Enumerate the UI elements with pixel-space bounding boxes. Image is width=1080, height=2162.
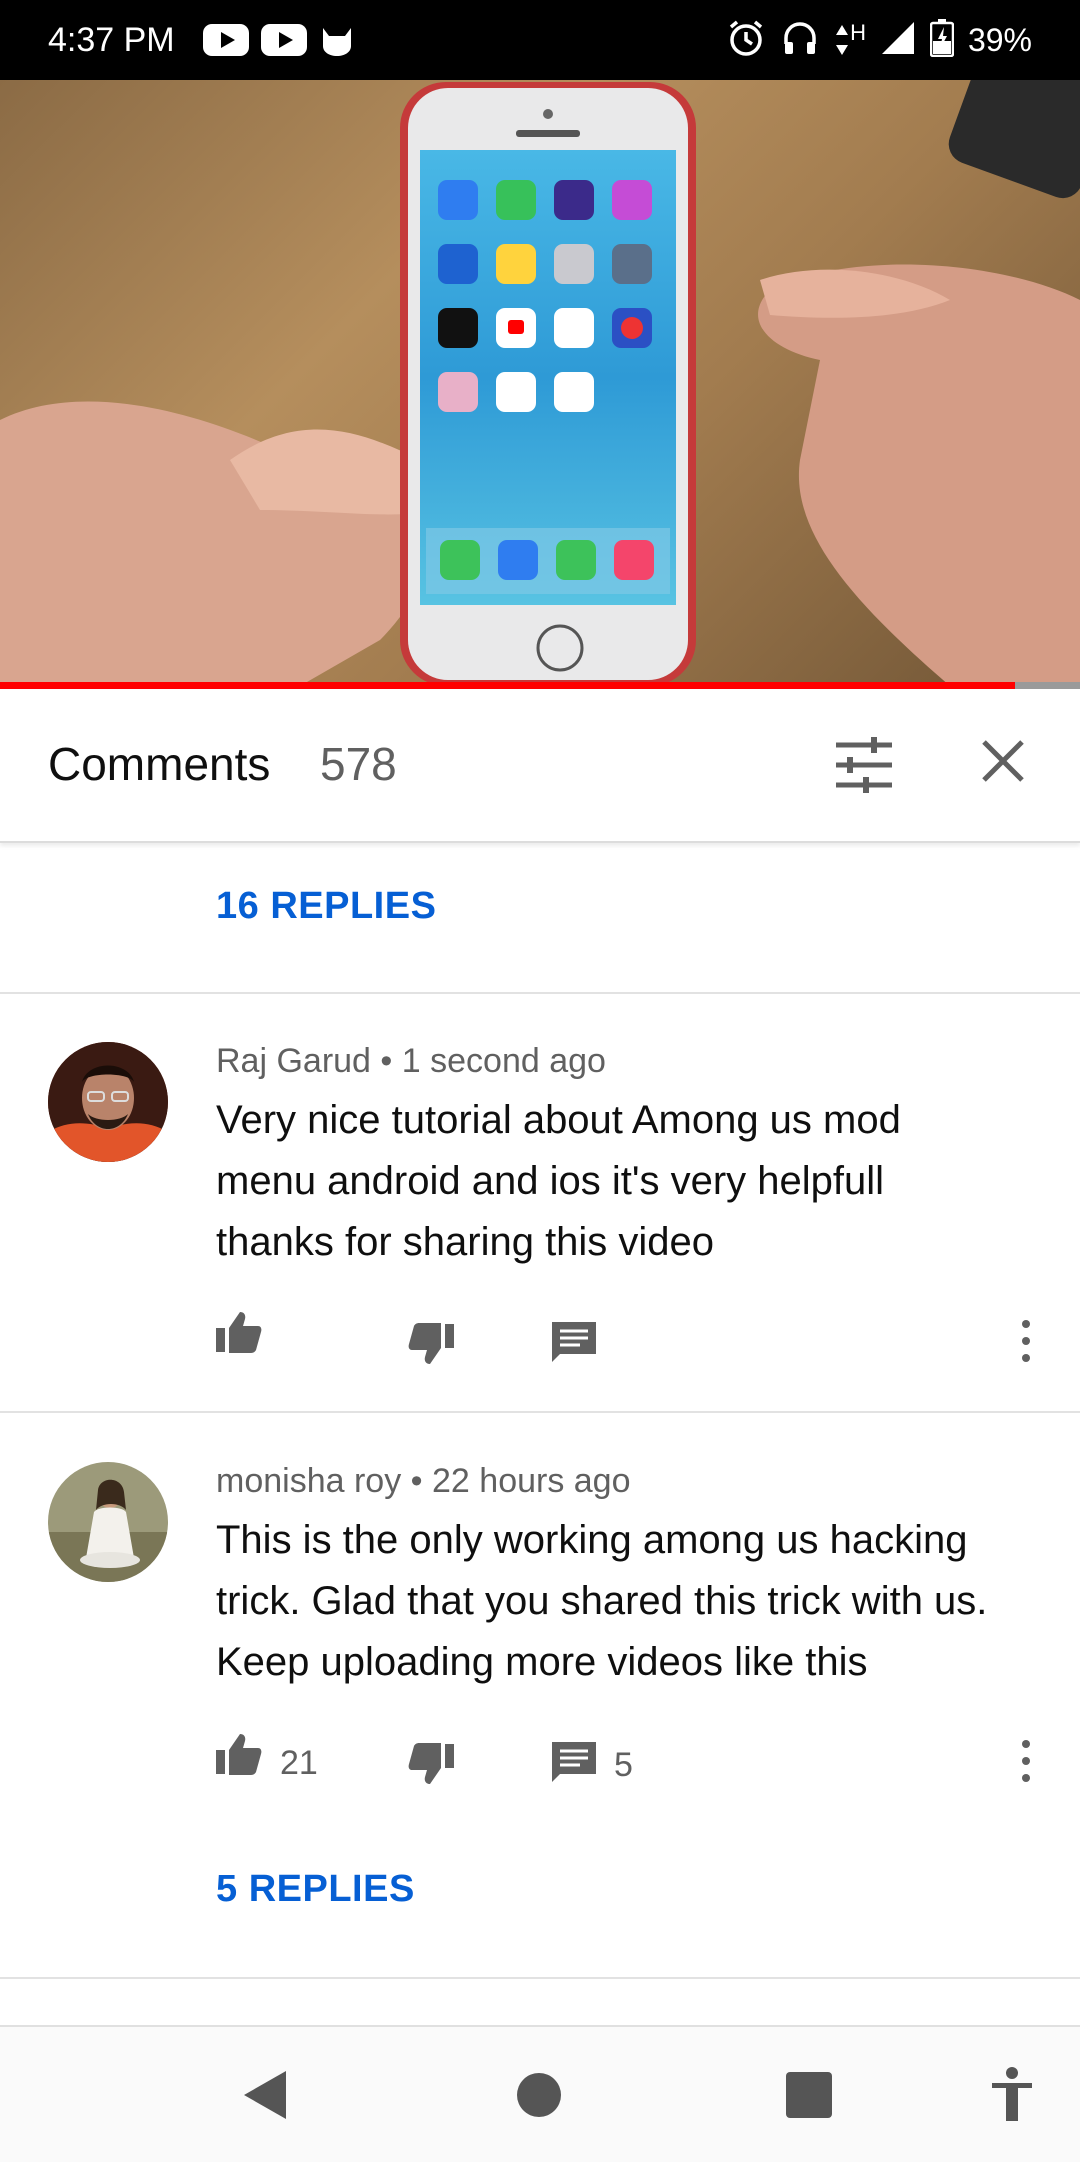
video-progress-bar[interactable]	[0, 682, 1080, 689]
battery-percent: 39%	[967, 21, 1032, 58]
video-frame	[0, 80, 1080, 686]
home-icon[interactable]	[516, 2069, 562, 2126]
view-replies-link[interactable]: 16 REPLIES	[216, 885, 436, 928]
back-icon[interactable]	[242, 2069, 288, 2126]
sort-filter-icon[interactable]	[834, 737, 894, 793]
like-count: 21	[280, 1744, 318, 1782]
comment-text-line: Keep uploading more videos like this	[216, 1640, 868, 1684]
recents-icon[interactable]	[786, 2069, 832, 2126]
avatar[interactable]	[48, 1462, 168, 1582]
system-nav-bar	[0, 2025, 1080, 2162]
comment-time: 1 second ago	[401, 1042, 606, 1080]
status-right: H 39%	[726, 18, 1032, 63]
view-replies-link[interactable]: 5 REPLIES	[216, 1868, 415, 1911]
headphones-icon	[780, 18, 820, 63]
divider	[0, 1977, 1080, 1979]
close-icon[interactable]	[980, 738, 1026, 789]
battery-icon	[929, 18, 955, 62]
status-time: 4:37 PM	[48, 20, 175, 59]
video-player[interactable]	[0, 80, 1080, 686]
comment-text-line: menu android and ios it's very helpfull	[216, 1159, 885, 1203]
dislike-button[interactable]	[408, 1742, 454, 1791]
thumbs-up-icon	[216, 1310, 262, 1359]
video-progress-fill	[0, 682, 1016, 689]
status-bar: 4:37 PM H 39%	[0, 0, 1080, 80]
youtube-notification-icon	[202, 24, 249, 56]
comments-header: Comments 578	[0, 689, 1080, 843]
reply-count: 5	[614, 1746, 633, 1784]
thumbs-down-icon	[408, 1322, 454, 1371]
meta-separator: •	[380, 1042, 402, 1080]
comment-author[interactable]: monisha roy	[216, 1462, 401, 1500]
alarm-icon	[726, 18, 766, 63]
thumbs-up-icon	[216, 1732, 262, 1781]
comment-bubble-icon	[552, 1742, 596, 1789]
avatar[interactable]	[48, 1042, 168, 1162]
signal-icon	[880, 20, 916, 61]
comments-count: 578	[320, 738, 397, 790]
comments-title: Comments	[48, 738, 271, 790]
comment-text: This is the only working among us hackin…	[216, 1510, 1046, 1693]
network-type: H	[850, 20, 866, 45]
comment-text-line: thanks for sharing this video	[216, 1220, 715, 1264]
divider	[0, 1411, 1080, 1413]
comment-meta: Raj Garud • 1 second ago	[216, 1042, 606, 1081]
cat-app-icon	[319, 22, 355, 58]
reply-button[interactable]	[552, 1322, 596, 1369]
like-button[interactable]: 21	[216, 1730, 318, 1783]
comment-meta: monisha roy • 22 hours ago	[216, 1462, 631, 1501]
comment-text: Very nice tutorial about Among us mod me…	[216, 1090, 1046, 1273]
reply-button[interactable]: 5	[552, 1742, 633, 1789]
comment-bubble-icon	[552, 1322, 596, 1369]
divider	[0, 992, 1080, 994]
more-options-icon[interactable]	[1016, 1316, 1036, 1366]
data-arrows-icon: H	[834, 20, 866, 57]
comment-author[interactable]: Raj Garud	[216, 1042, 371, 1080]
comment-text-line: This is the only working among us hackin…	[216, 1518, 968, 1562]
thumbs-down-icon	[408, 1742, 454, 1791]
accessibility-icon[interactable]	[990, 2067, 1034, 2128]
comment-text-line: trick. Glad that you shared this trick w…	[216, 1579, 988, 1623]
meta-separator: •	[410, 1462, 433, 1500]
more-options-icon[interactable]	[1016, 1736, 1036, 1786]
comment-time: 22 hours ago	[432, 1462, 631, 1500]
comment-text-line: Very nice tutorial about Among us mod	[216, 1098, 901, 1142]
like-button[interactable]	[216, 1310, 280, 1359]
youtube-notification-icon	[260, 24, 307, 56]
dislike-button[interactable]	[408, 1322, 454, 1371]
